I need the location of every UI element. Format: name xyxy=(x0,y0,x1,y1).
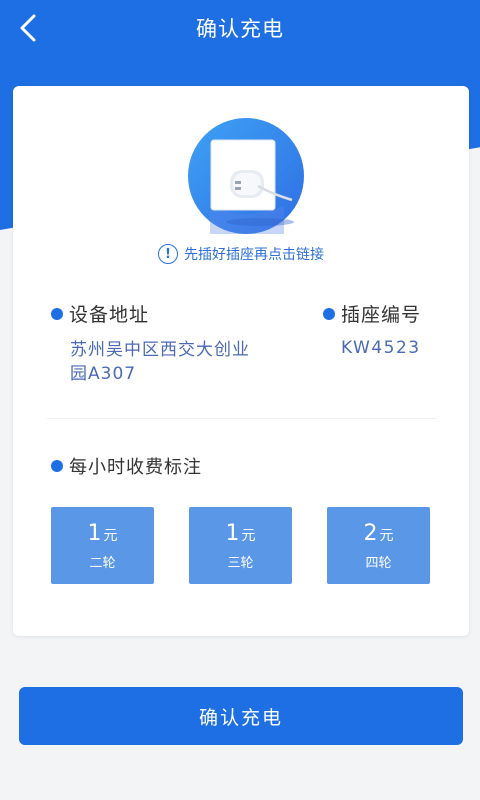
device-address-label: 设备地址 xyxy=(69,304,150,326)
vehicle-type: 三轮 xyxy=(227,555,254,571)
divider xyxy=(47,418,437,419)
price-option-four-wheel[interactable]: 2元 四轮 xyxy=(327,507,430,584)
bullet-dot xyxy=(323,307,335,320)
price-amount: 2 xyxy=(363,520,378,546)
plug-socket-icon xyxy=(188,118,304,234)
price-option-two-wheel[interactable]: 1元 二轮 xyxy=(51,507,154,584)
bullet-dot xyxy=(51,307,63,320)
price-amount: 1 xyxy=(225,520,240,546)
price-unit: 元 xyxy=(103,527,118,544)
back-button[interactable] xyxy=(8,8,48,48)
device-address-value: 苏州吴中区西交大创业园A307 xyxy=(70,340,250,384)
hourly-fee-label: 每小时收费标注 xyxy=(69,457,202,478)
price-amount: 1 xyxy=(87,520,102,546)
charge-info-card: ! 先插好插座再点击链接 设备地址 苏州吴中区西交大创业园A307 插座编号 K… xyxy=(13,86,469,636)
socket-number-label: 插座编号 xyxy=(341,304,422,326)
socket-number-value: KW4523 xyxy=(341,338,421,358)
price-option-three-wheel[interactable]: 1元 三轮 xyxy=(189,507,292,584)
chevron-left-icon xyxy=(20,14,36,42)
hint-text: 先插好插座再点击链接 xyxy=(184,247,324,263)
socket-number-heading: 插座编号 xyxy=(323,300,421,327)
page-title: 确认充电 xyxy=(196,17,284,41)
confirm-charge-button[interactable]: 确认充电 xyxy=(19,687,463,745)
device-address-heading: 设备地址 xyxy=(51,300,149,327)
vehicle-type: 二轮 xyxy=(89,555,116,571)
hourly-fee-heading: 每小时收费标注 xyxy=(51,453,202,479)
plug-in-hint: ! 先插好插座再点击链接 xyxy=(13,244,469,264)
info-icon: ! xyxy=(158,244,178,264)
price-unit: 元 xyxy=(241,527,256,544)
price-unit: 元 xyxy=(379,527,394,544)
top-bar: 确认充电 xyxy=(0,0,480,56)
bullet-dot xyxy=(51,460,63,472)
vehicle-type: 四轮 xyxy=(365,555,392,571)
